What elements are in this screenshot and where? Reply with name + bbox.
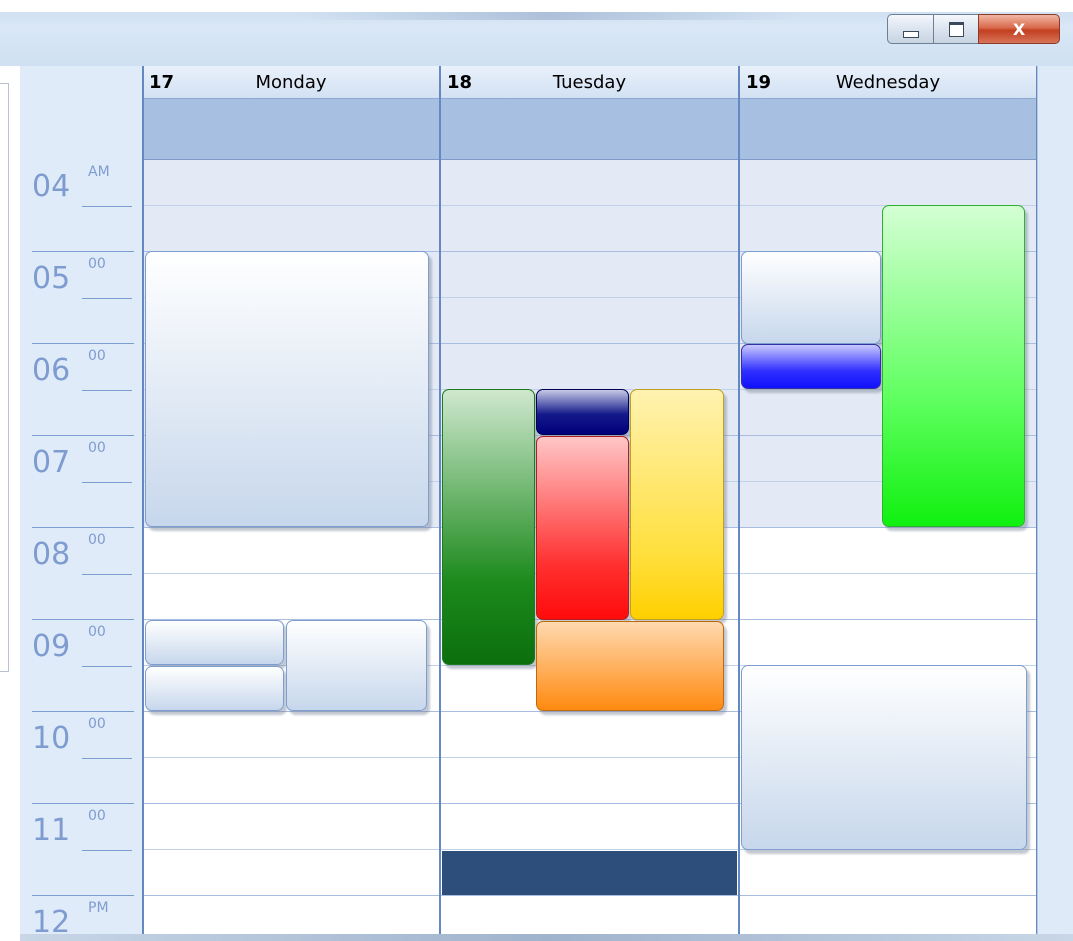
grid-line [441, 205, 738, 206]
grid-line [143, 205, 439, 206]
grid-line [441, 803, 738, 804]
appointment[interactable] [536, 621, 724, 711]
appointment[interactable] [741, 344, 881, 389]
half-hour-tick [82, 666, 132, 667]
appointment[interactable] [145, 251, 429, 527]
hour-line [32, 711, 134, 712]
half-hour-tick [82, 850, 132, 851]
hour-label-06: 06 [32, 353, 71, 388]
column-separator [142, 66, 144, 936]
hour-label-04: 04 [32, 169, 71, 204]
close-button[interactable]: X [978, 14, 1060, 44]
half-hour-tick [82, 482, 132, 483]
grid-line [143, 711, 439, 712]
grid-line [441, 297, 738, 298]
appointment[interactable] [442, 389, 535, 665]
day-name: Tuesday [552, 72, 627, 93]
day-header-monday[interactable]: 17 Monday [143, 66, 439, 99]
ampm-label: PM [88, 900, 109, 916]
grid-line [143, 803, 439, 804]
hour-label-11: 11 [32, 813, 71, 848]
minute-label: 00 [88, 256, 106, 272]
vertical-scrollbar[interactable] [1037, 66, 1073, 936]
half-hour-tick [82, 298, 132, 299]
grid-line [441, 757, 738, 758]
title-bar-shade [300, 12, 800, 20]
minimize-button[interactable] [887, 14, 934, 44]
selected-time-slot[interactable] [442, 851, 737, 895]
hour-label-08: 08 [32, 537, 71, 572]
minute-label: 00 [88, 532, 106, 548]
half-hour-tick [82, 390, 132, 391]
appointment[interactable] [630, 389, 724, 620]
grid-line [441, 849, 738, 850]
minimize-icon [902, 30, 919, 38]
grid-line [143, 895, 439, 896]
day-header-tuesday[interactable]: 18 Tuesday [441, 66, 738, 99]
appointment[interactable] [145, 620, 284, 665]
grid-line [143, 573, 439, 574]
column-separator [439, 66, 441, 936]
hour-line [32, 251, 134, 252]
hour-label-05: 05 [32, 261, 71, 296]
day-header-wednesday[interactable]: 19 Wednesday [740, 66, 1036, 99]
appointment[interactable] [286, 620, 427, 711]
time-scale: 04 AM 05 00 06 00 07 00 08 00 09 00 10 0… [20, 160, 142, 941]
grid-line [441, 895, 738, 896]
appointment[interactable] [145, 666, 284, 711]
half-hour-tick [82, 206, 132, 207]
hour-line [32, 803, 134, 804]
minute-label: 00 [88, 348, 106, 364]
day-name: Wednesday [835, 72, 941, 93]
half-hour-tick [82, 758, 132, 759]
hour-line [32, 343, 134, 344]
half-hour-tick [82, 574, 132, 575]
column-separator [738, 66, 740, 936]
left-panel-edge [0, 83, 9, 672]
hour-line [32, 619, 134, 620]
grid-line [143, 757, 439, 758]
appointment[interactable] [741, 251, 881, 344]
ampm-label: AM [88, 164, 110, 180]
hour-line [32, 435, 134, 436]
all-day-area[interactable] [143, 99, 439, 160]
minute-label: 00 [88, 624, 106, 640]
day-name: Monday [255, 72, 327, 93]
hour-line [32, 895, 134, 896]
grid-line [441, 343, 738, 344]
all-day-area[interactable] [740, 99, 1036, 160]
title-bar-top-edge [0, 0, 1073, 12]
grid-line [740, 527, 1036, 528]
hour-label-09: 09 [32, 629, 71, 664]
appointment[interactable] [882, 205, 1025, 527]
appointment[interactable] [536, 389, 629, 435]
all-day-area[interactable] [441, 99, 738, 160]
minute-label: 00 [88, 808, 106, 824]
grid-line [441, 711, 738, 712]
grid-line [143, 527, 439, 528]
minute-label: 00 [88, 716, 106, 732]
hour-line [32, 527, 134, 528]
hour-label-10: 10 [32, 721, 71, 756]
grid-line [740, 619, 1036, 620]
grid-line [740, 573, 1036, 574]
maximize-button[interactable] [933, 14, 979, 44]
window-title-bar: X [0, 0, 1073, 66]
minute-label: 00 [88, 440, 106, 456]
grid-line [740, 895, 1036, 896]
appointment[interactable] [536, 436, 629, 620]
maximize-icon [948, 21, 964, 37]
bottom-edge [20, 934, 1073, 941]
appointment[interactable] [741, 665, 1027, 850]
hour-label-07: 07 [32, 445, 71, 480]
grid-line [441, 251, 738, 252]
grid-line [143, 849, 439, 850]
close-icon: X [1012, 19, 1026, 39]
